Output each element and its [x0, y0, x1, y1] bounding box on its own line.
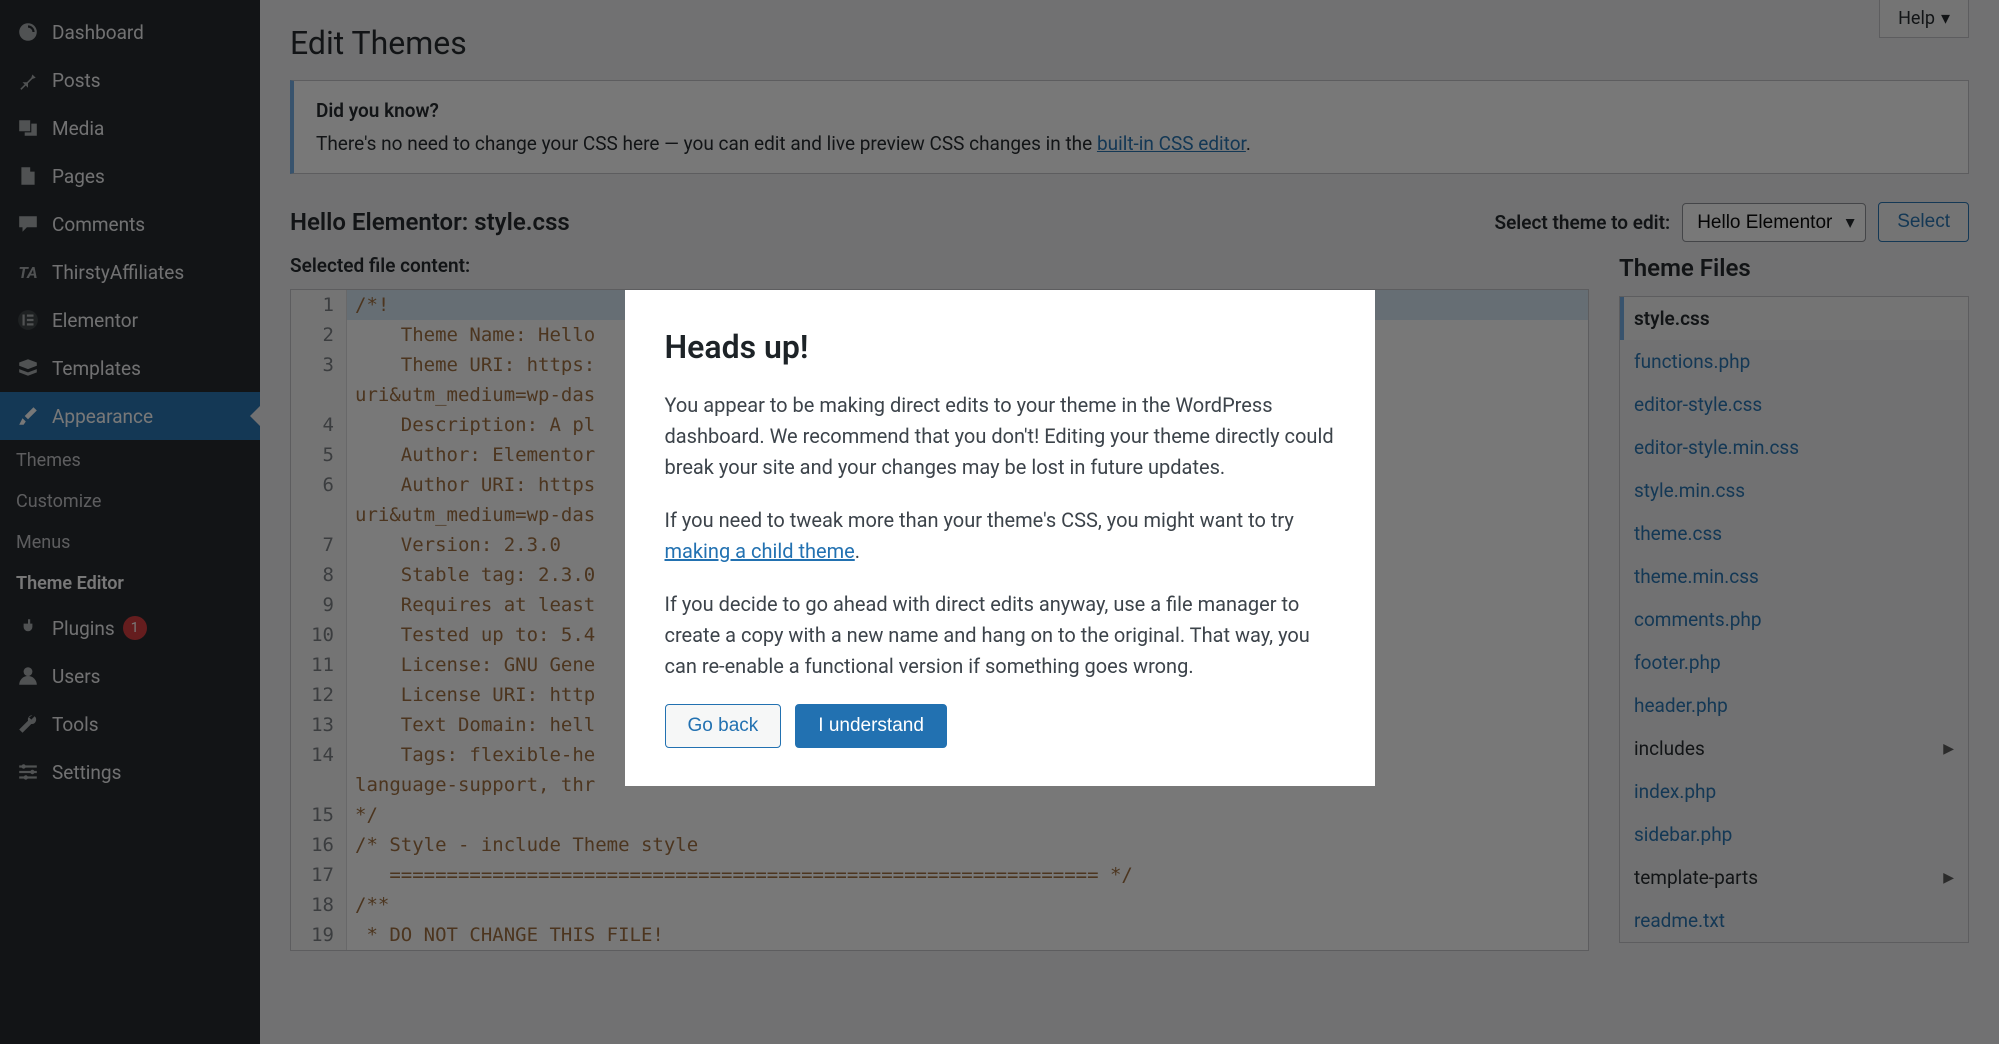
- go-back-button[interactable]: Go back: [665, 704, 782, 748]
- warning-modal: Heads up! You appear to be making direct…: [625, 290, 1375, 786]
- modal-overlay: Heads up! You appear to be making direct…: [0, 0, 1999, 1044]
- modal-paragraph-1: You appear to be making direct edits to …: [665, 390, 1335, 483]
- i-understand-button[interactable]: I understand: [795, 704, 947, 748]
- modal-paragraph-2: If you need to tweak more than your them…: [665, 505, 1335, 567]
- child-theme-link[interactable]: making a child theme: [665, 539, 855, 563]
- modal-paragraph-3: If you decide to go ahead with direct ed…: [665, 589, 1335, 682]
- modal-title: Heads up!: [665, 328, 1335, 366]
